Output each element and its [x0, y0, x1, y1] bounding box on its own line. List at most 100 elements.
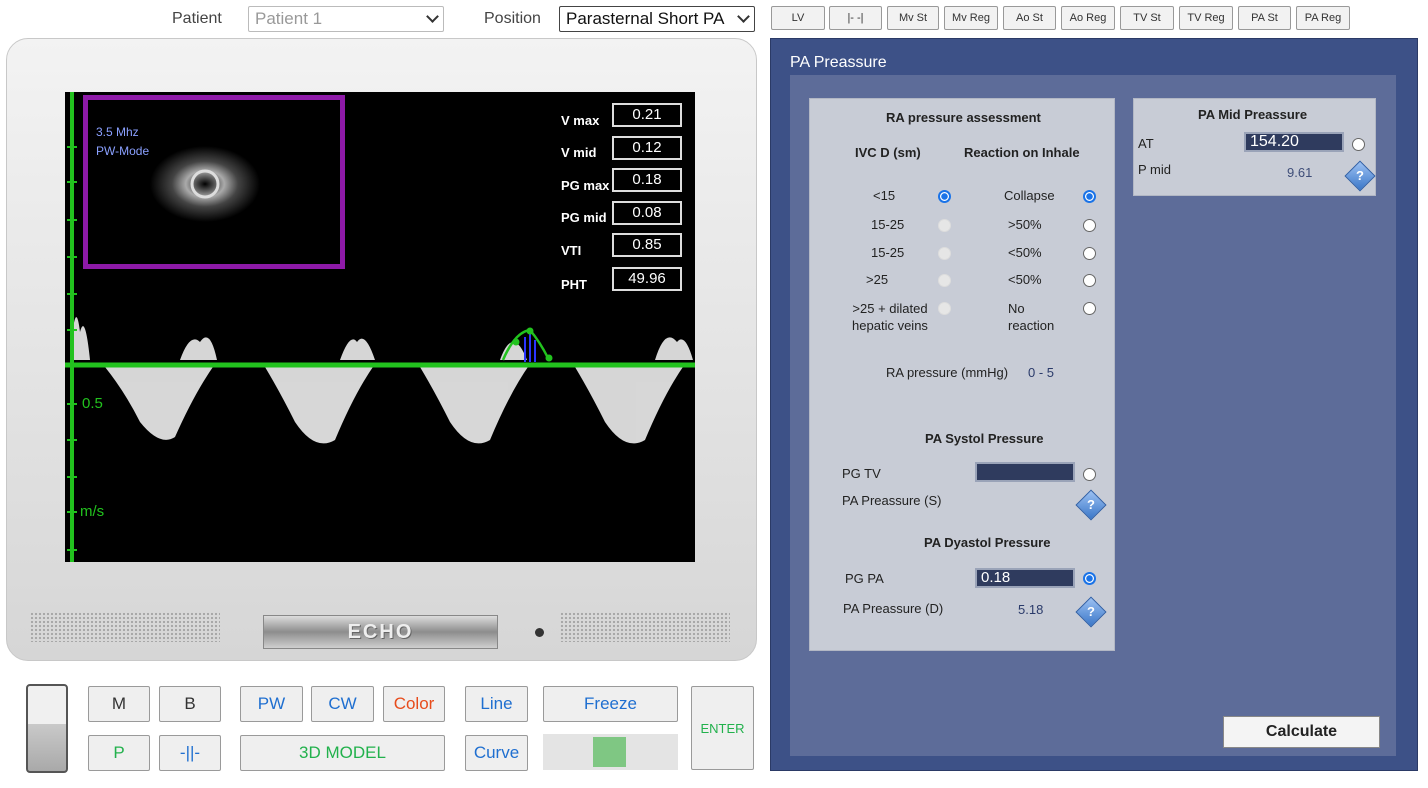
split-button[interactable]: -||-	[159, 735, 221, 771]
reaction-row-3: <50%	[1008, 245, 1042, 260]
ivc-radio-2[interactable]	[938, 219, 951, 232]
reaction-radio-5[interactable]	[1083, 302, 1096, 315]
speaker-grille-left	[30, 612, 220, 642]
pmid-value: 9.61	[1287, 165, 1313, 180]
ivc-radio-5[interactable]	[938, 302, 951, 315]
freeze-indicator-track	[543, 734, 678, 770]
chevron-down-icon	[737, 10, 750, 23]
vti-label: VTI	[561, 243, 582, 258]
tab-lv[interactable]: LV	[771, 6, 825, 30]
cw-button[interactable]: CW	[311, 686, 374, 722]
pmid-help-icon[interactable]: ?	[1344, 160, 1376, 192]
ivc-header: IVC D (sm)	[855, 145, 921, 160]
pht-label: PHT	[561, 277, 587, 292]
brand-plate: ECHO	[263, 615, 498, 649]
axis-label-05: 0.5	[82, 395, 103, 412]
tab-tv-st[interactable]: TV St	[1120, 6, 1174, 30]
help-glyph: ?	[1087, 497, 1095, 512]
pa-s-help-icon[interactable]: ?	[1075, 489, 1107, 521]
pgmid-label: PG mid	[561, 210, 607, 225]
calculate-button[interactable]: Calculate	[1223, 716, 1380, 748]
ivc-row-3: 15-25	[871, 245, 905, 260]
ra-pressure-label: RA pressure (mmHg)	[886, 365, 1009, 380]
freeze-indicator	[593, 737, 626, 767]
tab-separator[interactable]: |- -|	[829, 6, 882, 30]
color-button[interactable]: Color	[383, 686, 445, 722]
patient-select-value: Patient 1	[255, 9, 323, 28]
gain-toggle-switch[interactable]	[26, 684, 68, 773]
position-select-value: Parasternal Short PA	[566, 9, 725, 28]
vmax-label: V max	[561, 113, 600, 128]
doppler-mode: PW-Mode	[96, 144, 150, 158]
tab-mv-reg[interactable]: Mv Reg	[944, 6, 998, 30]
panel-title: PA Preassure	[790, 54, 887, 71]
ra-pressure-card: RA pressure assessment IVC D (sm) Reacti…	[809, 98, 1115, 651]
ivc-row-2: 15-25	[871, 217, 905, 232]
pgmax-value: 0.18	[612, 168, 682, 192]
dyastol-title: PA Dyastol Pressure	[924, 535, 1051, 550]
pg-pa-input[interactable]: 0.18	[975, 568, 1075, 588]
systol-title: PA Systol Pressure	[925, 431, 1044, 446]
pa-d-label: PA Preassure (D)	[843, 601, 944, 616]
reaction-radio-3[interactable]	[1083, 247, 1096, 260]
reaction-row-1: Collapse	[1004, 188, 1055, 203]
roi-box	[83, 95, 345, 269]
position-label: Position	[484, 10, 541, 27]
vti-lines	[524, 334, 536, 362]
tab-ao-st[interactable]: Ao St	[1003, 6, 1056, 30]
freeze-button[interactable]: Freeze	[543, 686, 678, 722]
tab-pa-st[interactable]: PA St	[1238, 6, 1291, 30]
spectral-waveform	[70, 317, 693, 444]
ra-title: RA pressure assessment	[886, 110, 1041, 125]
brand-label: ECHO	[347, 620, 414, 643]
patient-select[interactable]: Patient 1	[248, 6, 444, 32]
reaction-row-5: No reaction	[1008, 301, 1055, 333]
pg-tv-input[interactable]	[975, 462, 1075, 482]
power-led	[535, 628, 544, 637]
reaction-radio-2[interactable]	[1083, 219, 1096, 232]
position-select[interactable]: Parasternal Short PA	[559, 6, 755, 32]
vmax-value: 0.21	[612, 103, 682, 127]
tab-tv-reg[interactable]: TV Reg	[1179, 6, 1233, 30]
reaction-header: Reaction on Inhale	[964, 145, 1080, 160]
vmid-label: V mid	[561, 145, 597, 160]
pg-tv-radio[interactable]	[1083, 468, 1096, 481]
vti-value: 0.85	[612, 233, 682, 257]
reaction-row-2: >50%	[1008, 217, 1042, 232]
ivc-radio-1[interactable]	[938, 190, 951, 203]
vmid-value: 0.12	[612, 136, 682, 160]
doppler-screen: 3.5 Mhz PW-Mode 0.5 m/s V max 0.21 V mid…	[65, 92, 695, 562]
reaction-radio-4[interactable]	[1083, 274, 1096, 287]
at-radio[interactable]	[1352, 138, 1365, 151]
pgmax-label: PG max	[561, 178, 610, 193]
enter-button[interactable]: ENTER	[691, 686, 754, 770]
pw-button[interactable]: PW	[240, 686, 303, 722]
ivc-row-1: <15	[873, 188, 896, 203]
pg-pa-radio[interactable]	[1083, 572, 1096, 585]
ivc-radio-3[interactable]	[938, 247, 951, 260]
tab-mv-st[interactable]: Mv St	[887, 6, 939, 30]
speaker-grille-right	[560, 612, 730, 642]
pa-mid-card: PA Mid Preassure AT 154.20 P mid 9.61 ?	[1133, 98, 1376, 196]
curve-button[interactable]: Curve	[465, 735, 528, 771]
at-input[interactable]: 154.20	[1244, 132, 1344, 152]
tab-pa-reg[interactable]: PA Reg	[1296, 6, 1350, 30]
m-mode-button[interactable]: M	[88, 686, 150, 722]
pg-pa-label: PG PA	[845, 571, 884, 586]
line-button[interactable]: Line	[465, 686, 528, 722]
pa-d-value: 5.18	[1018, 602, 1044, 617]
help-glyph: ?	[1356, 168, 1364, 183]
pmid-label: P mid	[1138, 162, 1171, 177]
tab-ao-reg[interactable]: Ao Reg	[1061, 6, 1115, 30]
axis-unit-label: m/s	[80, 503, 105, 520]
ivc-radio-4[interactable]	[938, 274, 951, 287]
3d-model-button[interactable]: 3D MODEL	[240, 735, 445, 771]
b-mode-button[interactable]: B	[159, 686, 221, 722]
pa-d-help-icon[interactable]: ?	[1075, 596, 1107, 628]
reaction-radio-1[interactable]	[1083, 190, 1096, 203]
help-glyph: ?	[1087, 604, 1095, 619]
pgmid-value: 0.08	[612, 201, 682, 225]
p-button[interactable]: P	[88, 735, 150, 771]
mid-title: PA Mid Preassure	[1198, 107, 1308, 122]
probe-frequency: 3.5 Mhz	[96, 125, 139, 139]
